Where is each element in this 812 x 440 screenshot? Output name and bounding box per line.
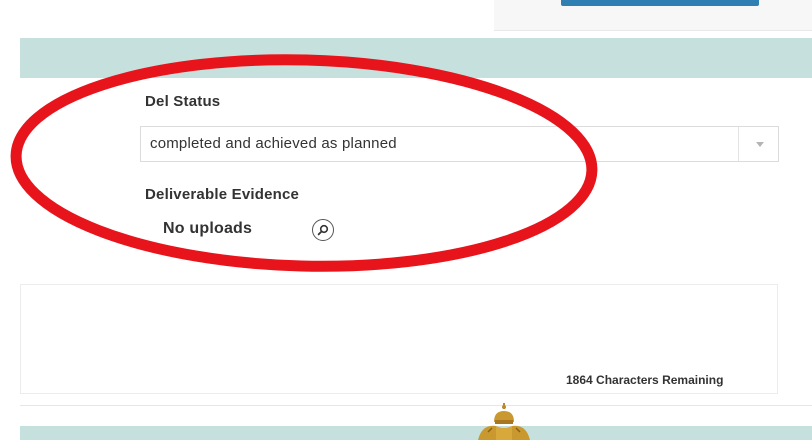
select-divider xyxy=(738,127,739,161)
primary-button[interactable] xyxy=(561,0,759,6)
deliverable-evidence-label: Deliverable Evidence xyxy=(145,186,300,203)
section-header-band-bottom xyxy=(20,426,812,440)
no-uploads-text: No uploads xyxy=(163,220,253,237)
magnifier-icon xyxy=(317,224,329,236)
coat-of-arms-emblem xyxy=(478,403,530,440)
section-header-band xyxy=(20,38,812,78)
search-uploads-button[interactable] xyxy=(312,219,334,241)
del-status-select[interactable]: completed and achieved as planned xyxy=(140,126,779,162)
divider xyxy=(20,405,812,406)
characters-remaining-counter: 1864 Characters Remaining xyxy=(566,373,724,387)
del-status-label: Del Status xyxy=(145,93,221,110)
chevron-down-icon[interactable] xyxy=(756,142,764,147)
del-status-selected-value: completed and achieved as planned xyxy=(150,135,397,152)
